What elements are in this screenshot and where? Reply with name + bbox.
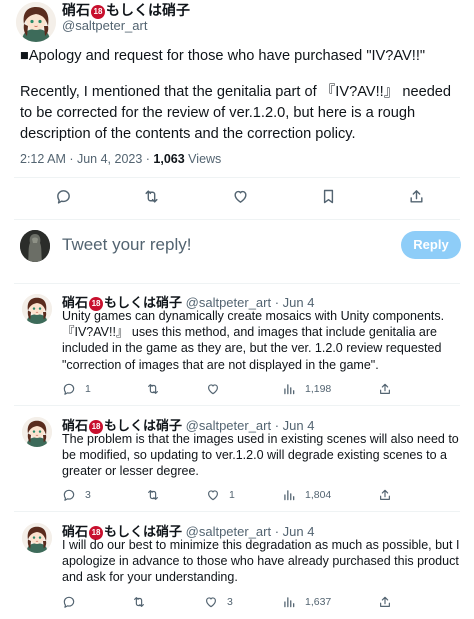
reply-author-avatar[interactable] (22, 294, 52, 324)
views-button[interactable]: 1,637 (282, 595, 331, 609)
view-count: 1,198 (305, 383, 332, 395)
views-icon (282, 488, 296, 502)
reply-button[interactable]: 3 (62, 488, 91, 502)
reply-actions: 3 1,637 (0, 595, 474, 613)
like-count: 1 (229, 489, 235, 501)
views-button[interactable]: 1,198 (282, 382, 331, 396)
share-button[interactable] (378, 382, 392, 396)
retweet-icon (146, 382, 160, 396)
author-avatar[interactable] (16, 2, 56, 42)
view-count: 1,804 (305, 489, 332, 501)
reply-composer: Tweet your reply! Reply (0, 226, 474, 266)
divider (14, 405, 460, 406)
divider (14, 511, 460, 512)
reply-button[interactable] (55, 188, 72, 205)
retweet-icon (146, 488, 160, 502)
author-name-suffix: もしくは硝子 (106, 2, 190, 18)
share-icon (378, 595, 392, 609)
tweet-timestamp[interactable]: 2:12 AM · Jun 4, 2023 · (20, 152, 153, 166)
user-avatar[interactable] (20, 230, 50, 262)
like-icon (206, 488, 220, 502)
reply-count: 1 (85, 383, 91, 395)
tweet-text: ■Apology and request for those who have … (20, 46, 466, 145)
retweet-button[interactable] (132, 595, 155, 609)
like-icon (204, 595, 218, 609)
retweet-icon (143, 188, 160, 205)
like-icon (232, 188, 249, 205)
share-icon (378, 488, 392, 502)
reply-input[interactable]: Tweet your reply! (62, 235, 191, 255)
reply-icon (62, 595, 76, 609)
tweet-meta: 2:12 AM · Jun 4, 2023 · 1,063 Views (20, 152, 221, 166)
divider (14, 283, 460, 284)
tweet-actions (0, 188, 474, 212)
reply-actions: 1 1,198 (0, 382, 474, 400)
retweet-button[interactable] (143, 188, 160, 205)
reply-text: The problem is that the images used in e… (62, 432, 459, 479)
views-button[interactable]: 1,804 (282, 488, 331, 502)
like-button[interactable] (232, 188, 249, 205)
tweet-text-line1: ■Apology and request for those who have … (20, 48, 426, 64)
like-button[interactable]: 3 (204, 595, 233, 609)
reply-count: 3 (85, 489, 91, 501)
like-count: 3 (227, 596, 233, 608)
age-18-badge: 18 (91, 5, 105, 19)
reply-author-avatar[interactable] (22, 523, 52, 553)
reply-icon (55, 188, 72, 205)
views-label: Views (184, 152, 222, 166)
retweet-button[interactable] (146, 382, 169, 396)
tweet-text-spacer (20, 67, 466, 82)
reply-author-avatar[interactable] (22, 417, 52, 447)
view-count: 1,637 (305, 596, 332, 608)
author-name-prefix: 硝石 (62, 2, 90, 18)
like-button[interactable]: 1 (206, 488, 235, 502)
reply-button[interactable]: 1 (62, 382, 91, 396)
reply-icon (62, 488, 76, 502)
reply-icon (62, 382, 76, 396)
share-button[interactable] (378, 595, 392, 609)
author-name[interactable]: 硝石 18 もしくは硝子 (62, 0, 190, 20)
retweet-icon (132, 595, 146, 609)
views-count: 1,063 (153, 152, 185, 166)
divider (14, 177, 460, 178)
like-icon (206, 382, 220, 396)
views-icon (282, 382, 296, 396)
like-button[interactable] (206, 382, 229, 396)
divider (14, 219, 460, 220)
share-button[interactable] (378, 488, 392, 502)
share-icon (378, 382, 392, 396)
share-icon (408, 188, 425, 205)
share-button[interactable] (408, 188, 425, 205)
reply-actions: 3 1 1,804 (0, 488, 474, 506)
reply-text: Unity games can dynamically create mosai… (62, 309, 445, 372)
views-icon (282, 595, 296, 609)
reply-submit-button[interactable]: Reply (401, 231, 461, 259)
bookmark-button[interactable] (320, 188, 337, 205)
bookmark-icon (320, 188, 337, 205)
reply-button[interactable] (62, 595, 85, 609)
tweet-text-line2: Recently, I mentioned that the genitalia… (20, 84, 452, 142)
reply-text: I will do our best to minimize this degr… (62, 538, 460, 585)
author-handle[interactable]: @saltpeter_art (62, 18, 147, 33)
retweet-button[interactable] (146, 488, 169, 502)
